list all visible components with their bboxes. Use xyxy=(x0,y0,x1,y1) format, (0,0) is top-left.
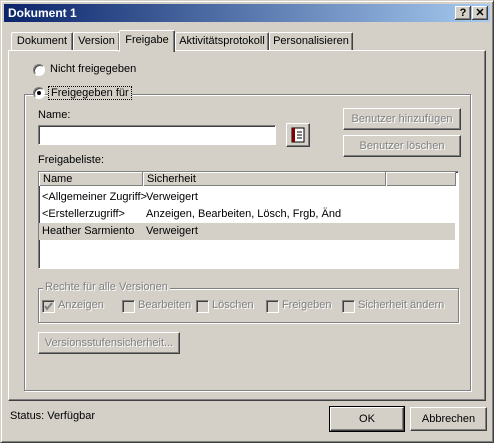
list-row-selected[interactable]: Heather Sarmiento Verweigert xyxy=(39,223,455,240)
address-book-button[interactable] xyxy=(286,123,310,147)
address-book-icon xyxy=(291,127,305,143)
ok-button[interactable]: OK xyxy=(329,406,405,432)
version-security-button[interactable]: Versionsstufensicherheit... xyxy=(38,332,180,354)
column-header-security[interactable]: Sicherheit xyxy=(143,172,386,186)
document-properties-dialog: Dokument 1 ? ✕ Dokument Version Freigabe… xyxy=(0,0,494,443)
shared-for-label[interactable]: Freigegeben für xyxy=(48,86,132,100)
radio-selected-dot xyxy=(37,91,41,95)
tab-aktivitaetsprotokoll[interactable]: Aktivitätsprotokoll xyxy=(175,32,269,50)
list-header: Name Sicherheit xyxy=(39,172,456,186)
close-button[interactable]: ✕ xyxy=(472,6,488,20)
row-name: <Erstellerzugriff> xyxy=(42,208,125,220)
row-security: Verweigert xyxy=(146,225,198,237)
rights-view-checkbox[interactable] xyxy=(42,300,55,313)
list-row[interactable]: <Allgemeiner Zugriff> Verweigert xyxy=(39,189,455,206)
delete-user-button[interactable]: Benutzer löschen xyxy=(343,135,461,157)
share-list-label: Freigabeliste: xyxy=(38,154,105,166)
not-shared-radio[interactable] xyxy=(33,64,45,76)
name-input[interactable] xyxy=(38,125,276,145)
window-title: Dokument 1 xyxy=(8,6,77,20)
rights-edit-label: Bearbeiten xyxy=(138,299,192,311)
rights-security-checkbox[interactable] xyxy=(342,300,355,313)
row-security: Verweigert xyxy=(146,191,198,203)
column-header-name[interactable]: Name xyxy=(39,172,143,186)
rights-edit-checkbox[interactable] xyxy=(122,300,135,313)
tab-personalisieren[interactable]: Personalisieren xyxy=(269,32,353,50)
tab-freigabe[interactable]: Freigabe xyxy=(119,30,175,52)
rights-delete-checkbox[interactable] xyxy=(196,300,209,313)
row-security: Anzeigen, Bearbeiten, Lösch, Frgb, Änd xyxy=(146,208,342,220)
add-user-button[interactable]: Benutzer hinzufügen xyxy=(343,108,461,130)
title-bar[interactable]: Dokument 1 ? ✕ xyxy=(4,4,490,22)
rights-view-label: Anzeigen xyxy=(58,299,104,311)
rights-delete-label: Löschen xyxy=(212,299,254,311)
rights-share-label: Freigeben xyxy=(282,299,332,311)
checkmark-icon xyxy=(44,302,53,311)
rights-group-label: Rechte für alle Versionen xyxy=(43,281,170,293)
rights-share-checkbox[interactable] xyxy=(266,300,279,313)
not-shared-label[interactable]: Nicht freigegeben xyxy=(50,63,136,75)
shared-for-radio[interactable] xyxy=(33,87,45,99)
help-button[interactable]: ? xyxy=(455,6,471,20)
name-label: Name: xyxy=(38,109,71,121)
tab-dokument[interactable]: Dokument xyxy=(11,32,73,50)
column-header-empty[interactable] xyxy=(386,172,456,186)
sharing-panel: Nicht freigegeben Freigegeben für Name: … xyxy=(8,50,486,401)
row-name: <Allgemeiner Zugriff> xyxy=(42,191,147,203)
row-name: Heather Sarmiento xyxy=(42,225,135,237)
share-list[interactable]: Name Sicherheit <Allgemeiner Zugriff> Ve… xyxy=(38,171,459,269)
rights-security-label: Sicherheit ändern xyxy=(358,299,445,311)
tab-version[interactable]: Version xyxy=(73,32,120,50)
list-row[interactable]: <Erstellerzugriff> Anzeigen, Bearbeiten,… xyxy=(39,206,455,223)
status-text: Status: Verfügbar xyxy=(10,410,95,422)
cancel-button[interactable]: Abbrechen xyxy=(410,407,487,431)
